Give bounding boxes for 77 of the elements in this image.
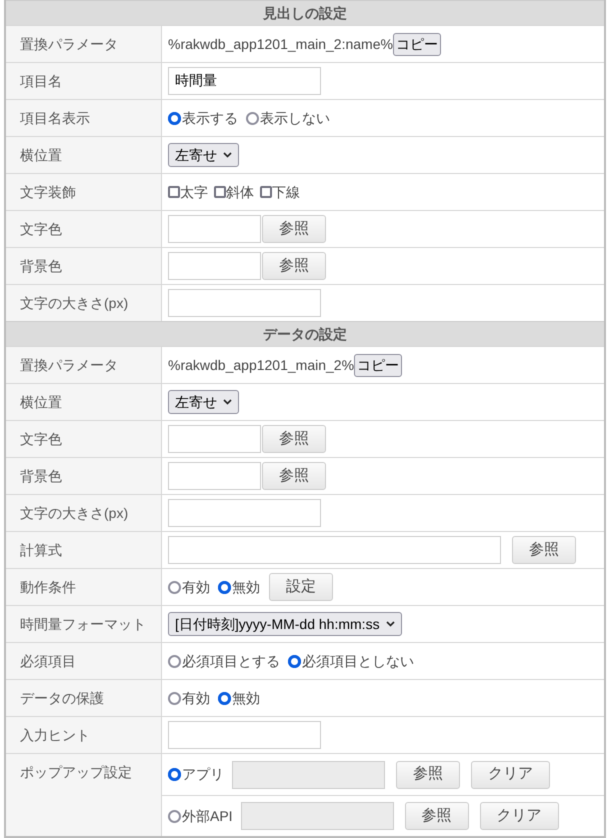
radio-label[interactable]: アプリ	[182, 764, 224, 785]
text-field[interactable]	[168, 215, 261, 243]
text-field[interactable]	[168, 425, 261, 453]
field-label: データの保護	[6, 680, 162, 716]
action-button[interactable]: クリア	[480, 802, 559, 830]
text-field[interactable]	[168, 462, 261, 490]
radio-button[interactable]	[288, 654, 301, 668]
radio-label[interactable]: 有効	[182, 576, 210, 598]
dropdown[interactable]: [日付時刻]yyyy-MM-dd hh:mm:ss	[168, 612, 402, 636]
radio-label[interactable]: 無効	[232, 688, 260, 708]
field-label: 文字の大きさ(px)	[6, 285, 162, 321]
action-button[interactable]: 参照	[404, 802, 469, 830]
radio-label[interactable]: 必須項目としない	[302, 650, 414, 672]
radio-button[interactable]	[168, 654, 181, 668]
text-field[interactable]	[168, 536, 501, 564]
field-label: ポップアップ設定	[6, 754, 162, 836]
radio-button[interactable]	[168, 810, 181, 822]
checkbox[interactable]	[260, 186, 272, 198]
action-button[interactable]: 参照	[262, 252, 326, 280]
text-field[interactable]	[168, 289, 321, 317]
text-field[interactable]	[168, 499, 321, 527]
checkbox-label[interactable]: 斜体	[226, 182, 254, 202]
chevron-down-icon	[223, 399, 232, 405]
action-button[interactable]: 参照	[512, 536, 576, 564]
chevron-down-icon	[223, 152, 232, 158]
checkbox[interactable]	[214, 186, 226, 198]
field-label: 必須項目	[6, 643, 162, 679]
radio-label[interactable]: 無効	[232, 576, 260, 598]
radio-button[interactable]	[218, 580, 231, 594]
radio-button[interactable]	[218, 692, 231, 704]
action-button[interactable]: 参照	[262, 215, 326, 243]
field-label: 項目名	[6, 63, 162, 99]
dropdown[interactable]: 左寄せ	[168, 143, 239, 167]
radio-button[interactable]	[168, 580, 181, 594]
checkbox-label[interactable]: 太字	[180, 182, 208, 202]
copy-button[interactable]: コピー	[354, 354, 402, 376]
radio-label[interactable]: 表示しない	[260, 108, 330, 128]
section-heading: 見出しの設定	[6, 0, 604, 25]
text-field[interactable]	[168, 721, 321, 749]
chevron-down-icon	[386, 621, 395, 627]
field-label: 文字色	[6, 421, 162, 457]
field-label: 計算式	[6, 532, 162, 568]
field-label: 背景色	[6, 458, 162, 494]
field-label: 背景色	[6, 248, 162, 284]
radio-label[interactable]: 表示する	[182, 108, 238, 128]
field-label: 動作条件	[6, 569, 162, 605]
radio-button[interactable]	[168, 768, 181, 781]
radio-button[interactable]	[246, 112, 259, 124]
field-label: 横位置	[6, 137, 162, 173]
section-heading: データの設定	[6, 321, 604, 346]
field-label: 項目名表示	[6, 100, 162, 136]
radio-button[interactable]	[168, 112, 181, 124]
checkbox[interactable]	[168, 186, 180, 198]
field-label: 時間量フォーマット	[6, 606, 162, 642]
radio-label[interactable]: 有効	[182, 688, 210, 708]
action-button[interactable]: 参照	[396, 760, 460, 788]
field-label: 横位置	[6, 384, 162, 420]
field-label: 文字色	[6, 211, 162, 247]
radio-label[interactable]: 必須項目とする	[182, 650, 280, 672]
action-button[interactable]: クリア	[471, 760, 550, 788]
text-field[interactable]: 時間量	[168, 67, 321, 95]
action-button[interactable]: 参照	[262, 462, 326, 490]
dropdown[interactable]: 左寄せ	[168, 390, 239, 414]
radio-button[interactable]	[168, 692, 181, 704]
action-button[interactable]: 参照	[262, 425, 326, 453]
parameter-text: %rakwdb_app1201_main_2:name%	[168, 34, 393, 54]
field-label: 置換パラメータ	[6, 26, 162, 62]
field-label: 文字の大きさ(px)	[6, 495, 162, 531]
field-label: 入力ヒント	[6, 717, 162, 753]
text-field[interactable]	[168, 252, 261, 280]
checkbox-label[interactable]: 下線	[272, 182, 300, 202]
copy-button[interactable]: コピー	[392, 32, 441, 56]
action-button[interactable]: 設定	[269, 573, 333, 601]
radio-label[interactable]: 外部API	[182, 806, 233, 826]
field-label: 置換パラメータ	[6, 347, 162, 383]
parameter-text: %rakwdb_app1201_main_2%	[168, 356, 354, 375]
field-label: 文字装飾	[6, 174, 162, 210]
